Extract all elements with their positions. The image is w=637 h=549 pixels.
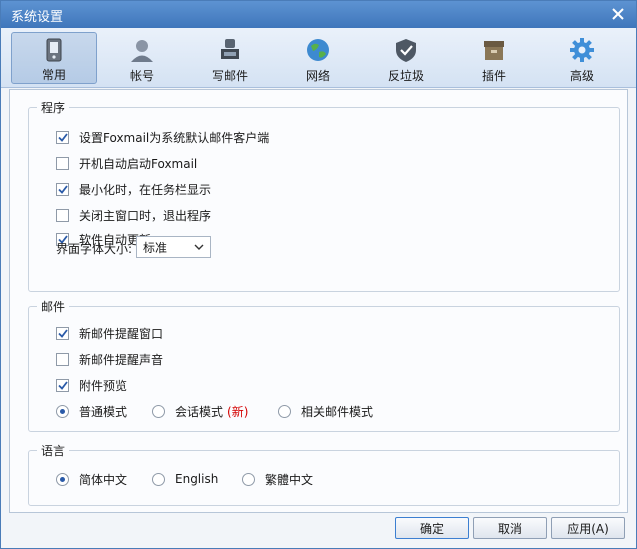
radio-normal-mode-circle[interactable] [56,404,69,418]
check-icon [57,184,68,194]
group-title: 程序 [37,99,70,116]
check-icon [57,380,68,390]
tab-label: 常用 [41,68,66,82]
new-badge: (新) [227,404,249,419]
radio-conversation-mode[interactable]: 会话模式 (新) [152,403,248,419]
tab-plugins[interactable]: 插件 [451,32,537,84]
radio-conversation-mode-circle[interactable] [152,404,165,418]
tab-advanced[interactable]: 高级 [539,32,625,84]
settings-window: 系统设置 常用 帐号 写邮件 网络 反垃圾 插件 高级 程序 设置Foxmail… [0,0,637,549]
tab-label: 高级 [569,69,594,83]
option-label: 关闭主窗口时，退出程序 [79,208,212,223]
checkbox-autostart[interactable] [56,156,69,170]
option-attachment-preview[interactable]: 附件预览 [56,377,127,393]
ok-button[interactable]: 确定 [395,517,469,539]
radio-traditional-chinese[interactable]: 繁體中文 [242,471,313,487]
tab-write-mail[interactable]: 写邮件 [187,32,273,84]
checkbox-minimize-taskbar[interactable] [56,182,69,196]
radio-related-mode[interactable]: 相关邮件模式 [278,403,373,419]
checkbox-attachment-preview[interactable] [56,378,69,392]
option-label: 会话模式 [175,404,224,419]
check-icon [57,328,68,338]
option-label: 相关邮件模式 [301,404,374,419]
shield-icon [391,35,421,65]
radio-simplified-chinese-circle[interactable] [56,472,69,486]
option-label: 繁體中文 [265,472,314,487]
option-label: English [175,472,219,486]
phone-icon [39,36,69,64]
option-label: 新邮件提醒声音 [79,352,164,367]
tab-label: 插件 [481,69,506,83]
cancel-button[interactable]: 取消 [473,517,547,539]
close-button[interactable] [608,5,628,23]
check-icon [57,132,68,142]
radio-english[interactable]: English [152,471,218,487]
font-size-label: 界面字体大小: [56,242,133,256]
option-new-mail-window[interactable]: 新邮件提醒窗口 [56,325,163,341]
option-close-exit[interactable]: 关闭主窗口时，退出程序 [56,207,211,223]
user-icon [127,35,157,65]
tab-label: 网络 [305,69,330,83]
checkbox-close-exit[interactable] [56,208,69,222]
option-default-client[interactable]: 设置Foxmail为系统默认邮件客户端 [56,129,269,145]
gear-icon [567,35,597,65]
radio-english-circle[interactable] [152,472,165,486]
option-label: 简体中文 [79,472,128,487]
globe-icon [303,35,333,65]
option-label: 最小化时，在任务栏显示 [79,182,212,197]
option-label: 设置Foxmail为系统默认邮件客户端 [79,130,270,145]
box-icon [479,35,509,65]
apply-button[interactable]: 应用(A) [551,517,625,539]
settings-toolbar: 常用 帐号 写邮件 网络 反垃圾 插件 高级 [1,28,636,88]
group-title: 邮件 [37,298,70,315]
checkbox-new-mail-window[interactable] [56,326,69,340]
chevron-down-icon [194,244,204,250]
radio-normal-mode[interactable]: 普通模式 [56,403,127,419]
tab-antispam[interactable]: 反垃圾 [363,32,449,84]
option-autostart[interactable]: 开机自动启动Foxmail [56,155,197,171]
window-title: 系统设置 [11,10,64,25]
option-label: 附件预览 [79,378,128,393]
option-label: 新邮件提醒窗口 [79,326,164,341]
option-new-mail-sound[interactable]: 新邮件提醒声音 [56,351,163,367]
option-label: 开机自动启动Foxmail [79,156,198,171]
font-size-select[interactable]: 标准 [136,236,211,258]
tab-label: 反垃圾 [387,69,424,83]
radio-simplified-chinese[interactable]: 简体中文 [56,471,127,487]
write-mail-icon [215,35,245,65]
tab-label: 写邮件 [211,69,248,83]
radio-traditional-chinese-circle[interactable] [242,472,255,486]
option-minimize-taskbar[interactable]: 最小化时，在任务栏显示 [56,181,211,197]
radio-related-mode-circle[interactable] [278,404,291,418]
group-title: 语言 [37,442,70,459]
tab-account[interactable]: 帐号 [99,32,185,84]
checkbox-new-mail-sound[interactable] [56,352,69,366]
tab-network[interactable]: 网络 [275,32,361,84]
settings-panel: 程序 设置Foxmail为系统默认邮件客户端 开机自动启动Foxmail 最小化… [9,89,628,513]
close-icon [612,8,624,20]
checkbox-default-client[interactable] [56,130,69,144]
title-bar: 系统设置 [1,1,636,28]
tab-label: 帐号 [129,69,154,83]
tab-general[interactable]: 常用 [11,32,97,84]
font-size-value: 标准 [143,240,168,255]
option-label: 普通模式 [79,404,128,419]
